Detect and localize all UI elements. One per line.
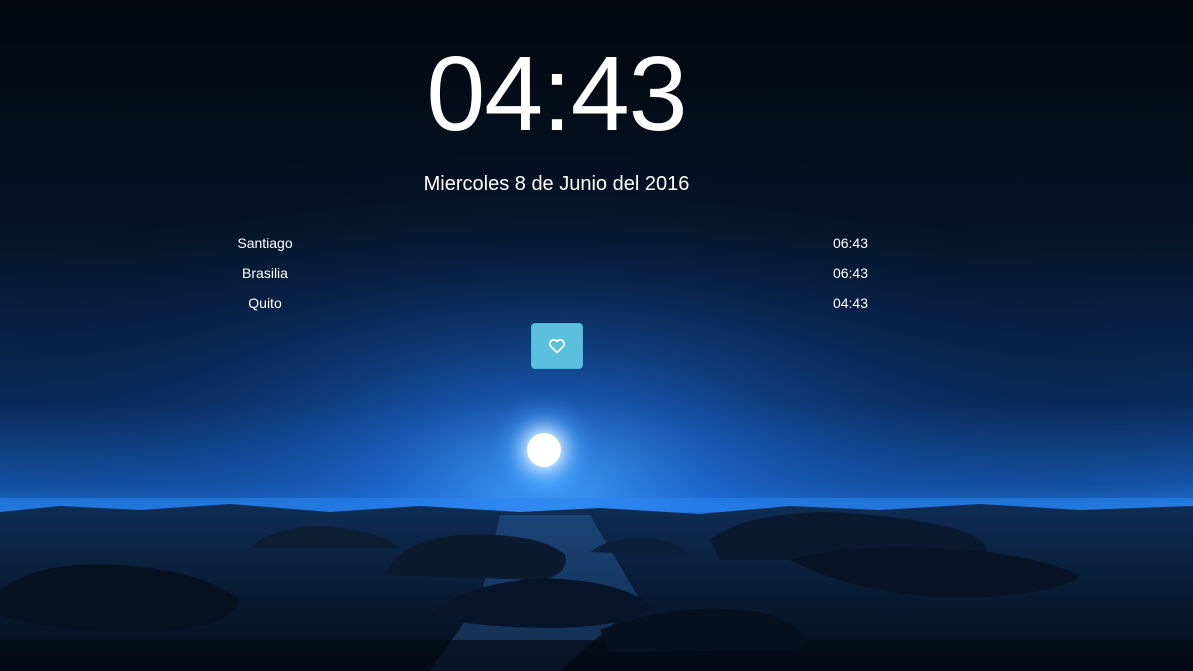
current-date: Miercoles 8 de Junio del 2016 bbox=[423, 173, 690, 195]
zone-time: 06:43 bbox=[832, 235, 868, 251]
world-clock-row: Santiago 06:43 bbox=[200, 230, 900, 260]
zone-time: 04:43 bbox=[832, 295, 868, 311]
world-clock-row: Brasilia 06:43 bbox=[200, 260, 900, 290]
favorite-button[interactable] bbox=[531, 323, 583, 369]
clock-screen: 04:43 Miercoles 8 de Junio del 2016 Sant… bbox=[0, 0, 1193, 671]
zone-city-name: Santiago bbox=[237, 235, 293, 251]
heart-icon bbox=[549, 338, 565, 354]
world-clock-list: Santiago 06:43 Brasilia 06:43 Quito 04:4… bbox=[200, 230, 900, 320]
moon-disc bbox=[527, 433, 561, 467]
zone-city-name: Brasilia bbox=[242, 265, 288, 281]
zone-time: 06:43 bbox=[832, 265, 868, 281]
main-clock-time: 04:43 bbox=[426, 35, 687, 153]
zone-city-name: Quito bbox=[248, 295, 282, 311]
world-clock-row: Quito 04:43 bbox=[200, 290, 900, 320]
